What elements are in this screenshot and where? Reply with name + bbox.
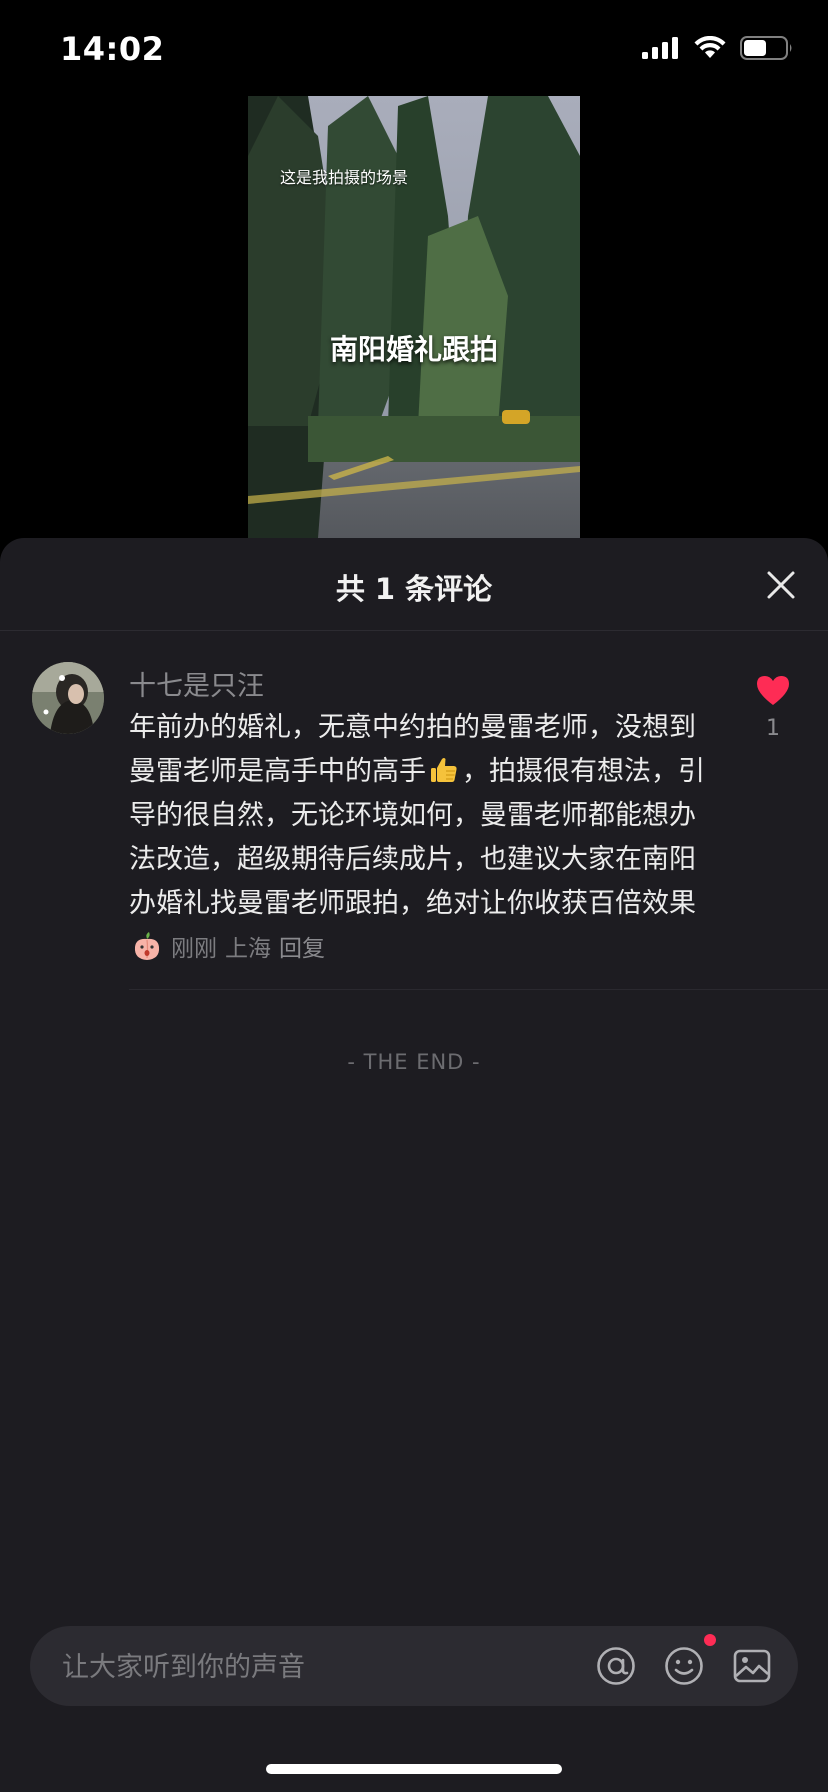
close-icon[interactable] — [764, 568, 798, 602]
image-icon[interactable] — [732, 1646, 772, 1686]
avatar-image — [32, 662, 104, 734]
thumbs-up-icon — [431, 758, 457, 782]
emoji-notification-dot — [704, 1634, 716, 1646]
avatar[interactable] — [32, 662, 104, 734]
video-frame — [248, 96, 580, 538]
comment-time: 刚刚 — [171, 936, 217, 962]
video-caption-title: 南阳婚礼跟拍 — [329, 333, 498, 366]
home-indicator — [266, 1764, 562, 1774]
comments-header: 共 1 条评论 — [0, 538, 828, 631]
comments-sheet: 共 1 条评论 十七是只汪 年前办的婚礼，无意中约拍的曼雷老师，没想到曼雷老师是… — [0, 538, 828, 1792]
comments-title: 共 1 条评论 — [335, 572, 493, 606]
status-time: 14:02 — [60, 30, 165, 68]
like-count: 1 — [766, 716, 780, 741]
comment-text: 年前办的婚礼，无意中约拍的曼雷老师，没想到曼雷老师是高手中的高手 ，拍摄很有想法，… — [129, 706, 709, 971]
comment-input-bar — [30, 1626, 798, 1708]
battery-icon — [740, 36, 792, 60]
video-player[interactable]: 这是我拍摄的场景 南阳婚礼跟拍 — [248, 96, 580, 538]
wifi-icon — [694, 36, 726, 58]
emoji-icon[interactable] — [664, 1646, 704, 1686]
reply-button[interactable]: 回复 — [279, 936, 325, 962]
comment-location: 上海 — [225, 936, 271, 962]
comment-divider — [129, 989, 828, 990]
comment-input[interactable] — [60, 1626, 584, 1708]
comment-meta: 刚刚 上海 回复 — [171, 936, 333, 962]
signal-icon — [642, 37, 678, 59]
heart-icon — [757, 676, 789, 705]
status-icons — [642, 36, 794, 60]
peach-face-icon — [134, 932, 160, 960]
end-label: - THE END - — [347, 1050, 481, 1074]
at-icon[interactable] — [596, 1646, 636, 1686]
like-button[interactable]: 1 — [748, 674, 798, 741]
comment-username[interactable]: 十七是只汪 — [129, 664, 264, 703]
status-bar: 14:02 — [0, 0, 828, 100]
video-caption-small: 这是我拍摄的场景 — [280, 168, 409, 187]
